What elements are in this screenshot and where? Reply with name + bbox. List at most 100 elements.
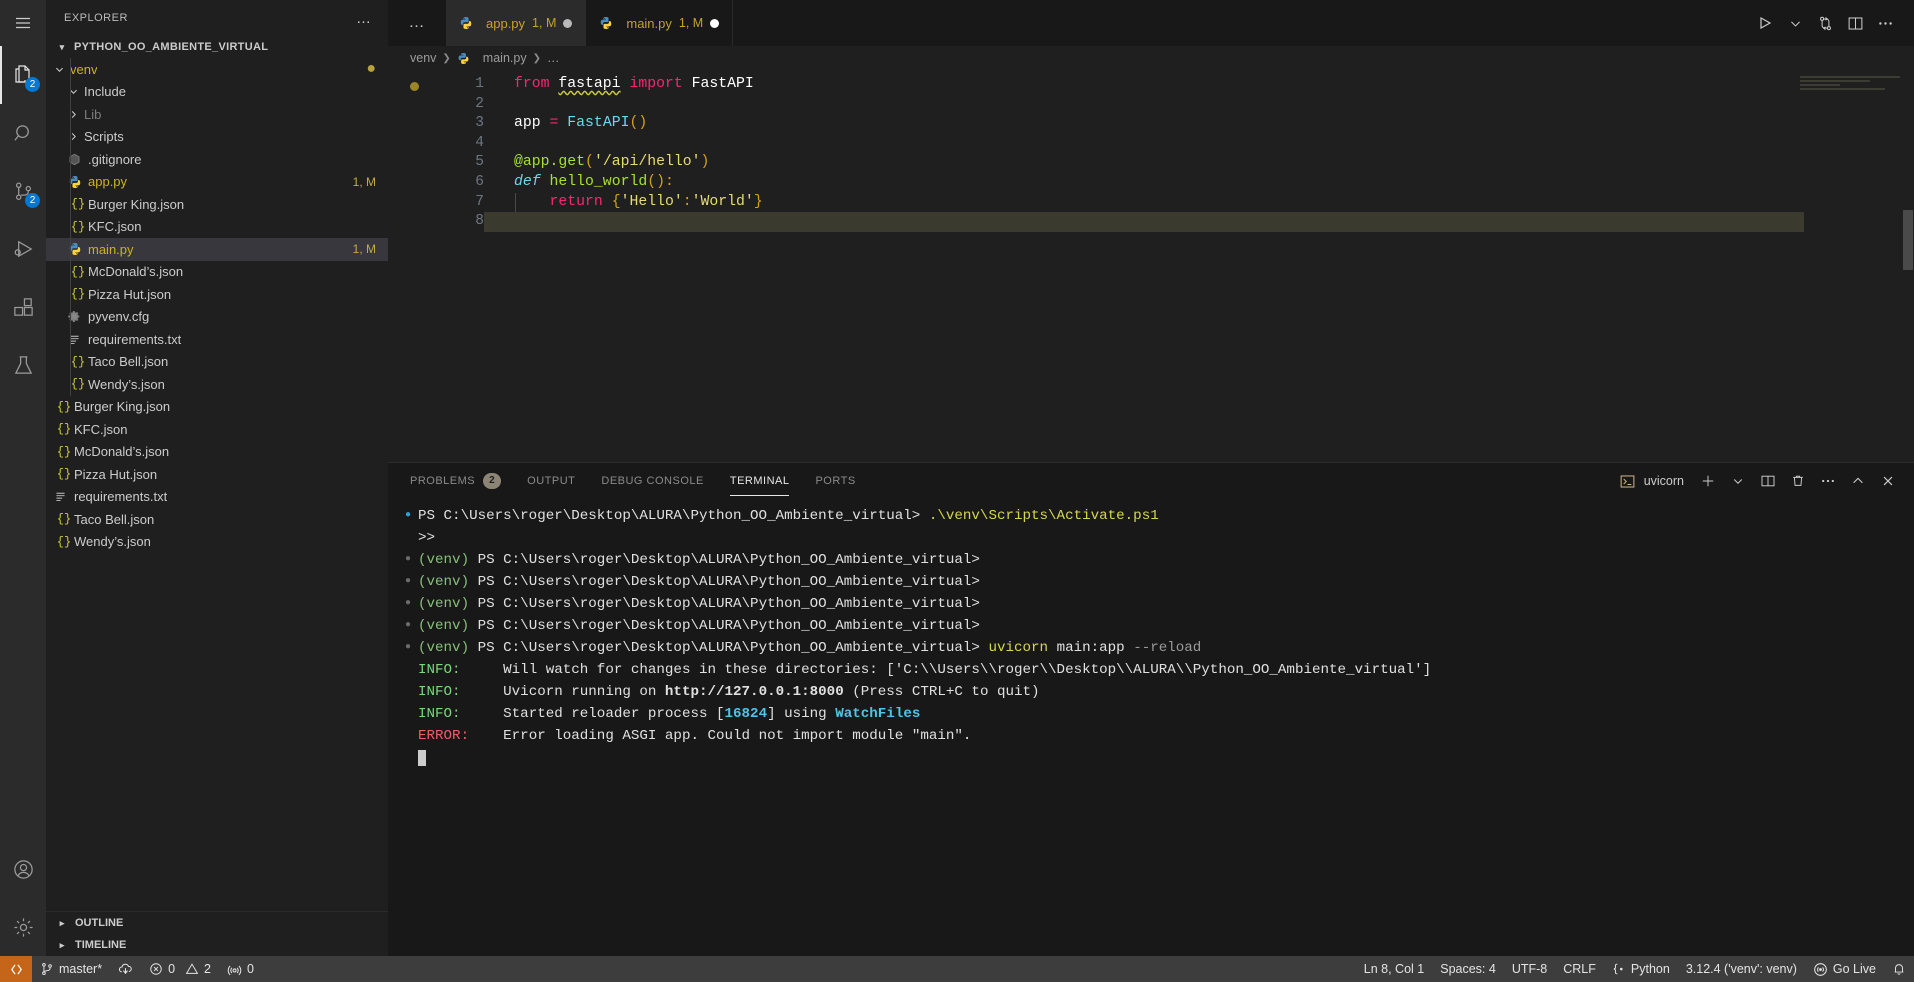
- status-sync[interactable]: [110, 956, 141, 982]
- code-editor[interactable]: 1 2 3 4 5 6 7 8 from fastapi import FastAPI app…: [388, 70, 1914, 462]
- status-encoding[interactable]: UTF-8: [1504, 956, 1555, 982]
- sidebar-item-explorer[interactable]: 2: [0, 46, 46, 104]
- dirty-indicator-icon[interactable]: [563, 18, 573, 28]
- panel-tab-debug-console[interactable]: DEBUG CONSOLE: [601, 463, 703, 499]
- editor-tab-app-py[interactable]: app.py 1, M: [446, 0, 587, 46]
- terminal-shell-icon[interactable]: [1614, 467, 1642, 495]
- tree-item-burger-king-json[interactable]: {} Burger King.json: [46, 193, 388, 216]
- code-line[interactable]: [484, 212, 1804, 232]
- tabs-host: app.py 1, M main.py 1, M: [446, 0, 734, 46]
- sidebar-item-source-control[interactable]: 2: [0, 162, 46, 220]
- tree-item-pizza-hut-json[interactable]: {} Pizza Hut.json: [46, 463, 388, 486]
- status-go-live[interactable]: Go Live: [1805, 956, 1884, 982]
- breadcrumb-part-file[interactable]: main.py: [483, 51, 527, 65]
- status-language-mode[interactable]: Python: [1604, 956, 1678, 982]
- editor-scrollbar-thumb[interactable]: [1903, 210, 1913, 270]
- tree-item-venv[interactable]: venv ●: [46, 58, 388, 81]
- tree-item-requirements-txt[interactable]: requirements.txt: [46, 328, 388, 351]
- editor-scrollbar[interactable]: [1900, 70, 1914, 462]
- tree-item-mcdonald-s-json[interactable]: {} McDonald’s.json: [46, 441, 388, 464]
- more-actions-icon[interactable]: [1870, 8, 1900, 38]
- code-line[interactable]: return {'Hello':'World'}: [514, 192, 1914, 213]
- status-indentation[interactable]: Spaces: 4: [1432, 956, 1504, 982]
- status-errors[interactable]: 0 2: [141, 956, 219, 982]
- run-icon[interactable]: [1750, 8, 1780, 38]
- panel-tab-problems[interactable]: PROBLEMS 2: [410, 463, 502, 499]
- code-line[interactable]: app = FastAPI(): [514, 114, 1914, 134]
- split-editor-source-control-icon[interactable]: [1810, 8, 1840, 38]
- sidebar-item-testing[interactable]: [0, 336, 46, 394]
- tree-item-lib[interactable]: Lib: [46, 103, 388, 126]
- tree-item-wendy-s-json[interactable]: {} Wendy’s.json: [46, 531, 388, 554]
- tree-item-main-py[interactable]: main.py 1, M: [46, 238, 388, 261]
- sidebar-item-run-debug[interactable]: [0, 220, 46, 278]
- panel-tab-ports[interactable]: PORTS: [815, 463, 855, 499]
- more-actions-icon[interactable]: [1814, 467, 1842, 495]
- terminal-output[interactable]: ● PS C:\Users\roger\Desktop\ALURA\Python_…: [388, 499, 1914, 956]
- remote-window-icon[interactable]: [0, 956, 32, 982]
- terminal-command-marker: ●: [404, 598, 411, 609]
- tree-item-include[interactable]: Include: [46, 81, 388, 104]
- explorer-root-row[interactable]: ▾ PYTHON_OO_AMBIENTE_VIRTUAL: [46, 36, 388, 58]
- sidebar-item-extensions[interactable]: [0, 278, 46, 336]
- tree-item-wendy-s-json[interactable]: {} Wendy’s.json: [46, 373, 388, 396]
- tabs-overflow-icon[interactable]: …: [388, 0, 446, 46]
- status-notifications[interactable]: [1884, 956, 1914, 982]
- minimap[interactable]: [1800, 76, 1900, 116]
- sidebar-item-search[interactable]: [0, 104, 46, 162]
- tree-item-taco-bell-json[interactable]: {} Taco Bell.json: [46, 508, 388, 531]
- tree-item-pyvenv-cfg[interactable]: pyvenv.cfg: [46, 306, 388, 329]
- sidebar-header: EXPLORER …: [46, 0, 388, 36]
- new-terminal-icon[interactable]: [1694, 467, 1722, 495]
- code-lines[interactable]: from fastapi import FastAPI app = FastAP…: [484, 70, 1914, 462]
- file-tree[interactable]: venv ● Include Lib Scripts .gitignore app.py 1,…: [46, 58, 388, 911]
- glyph-margin[interactable]: [388, 70, 444, 462]
- close-panel-icon[interactable]: [1874, 467, 1902, 495]
- split-terminal-icon[interactable]: [1754, 467, 1782, 495]
- code-line[interactable]: from fastapi import FastAPI: [514, 75, 1914, 95]
- tree-item-taco-bell-json[interactable]: {} Taco Bell.json: [46, 351, 388, 374]
- dirty-indicator-icon[interactable]: [710, 18, 720, 28]
- tree-item-app-py[interactable]: app.py 1, M: [46, 171, 388, 194]
- timeline-section[interactable]: ▸ TIMELINE: [46, 934, 388, 956]
- tree-item-label: .gitignore: [88, 151, 142, 167]
- tree-item-requirements-txt[interactable]: requirements.txt: [46, 486, 388, 509]
- tree-item-burger-king-json[interactable]: {} Burger King.json: [46, 396, 388, 419]
- editor-tab-main-py[interactable]: main.py 1, M: [586, 0, 734, 46]
- sidebar-more-icon[interactable]: …: [348, 10, 380, 27]
- outline-section[interactable]: ▸ OUTLINE: [46, 912, 388, 934]
- account-icon[interactable]: [0, 840, 46, 898]
- breakpoint-marker[interactable]: [410, 82, 419, 91]
- breadcrumb[interactable]: venv ❯ main.py ❯ …: [388, 46, 1914, 70]
- code-line[interactable]: @app.get('/api/hello'): [514, 153, 1914, 173]
- status-eol[interactable]: CRLF: [1555, 956, 1604, 982]
- code-line[interactable]: [514, 134, 1914, 154]
- editor-tab-label: main.py: [626, 15, 672, 31]
- breadcrumb-part-venv[interactable]: venv: [410, 51, 436, 65]
- panel-tab-terminal[interactable]: TERMINAL: [729, 463, 790, 499]
- tree-item-kfc-json[interactable]: {} KFC.json: [46, 216, 388, 239]
- status-branch[interactable]: master*: [32, 956, 110, 982]
- tree-item-mcdonald-s-json[interactable]: {} McDonald’s.json: [46, 261, 388, 284]
- code-line[interactable]: def hello_world():: [514, 173, 1914, 193]
- chevron-down-icon[interactable]: [1780, 8, 1810, 38]
- chevron-down-icon[interactable]: [1724, 467, 1752, 495]
- editor-area: … app.py 1, Mmain.py 1, M venv ❯ main.py…: [388, 0, 1914, 956]
- breadcrumb-part-more[interactable]: …: [547, 51, 560, 65]
- status-python-interpreter[interactable]: 3.12.4 ('venv': venv): [1678, 956, 1805, 982]
- tree-item-kfc-json[interactable]: {} KFC.json: [46, 418, 388, 441]
- tree-item-scripts[interactable]: Scripts: [46, 126, 388, 149]
- panel-tab-output[interactable]: OUTPUT: [527, 463, 575, 499]
- status-cursor-position[interactable]: Ln 8, Col 1: [1356, 956, 1432, 982]
- tree-item-gitignore[interactable]: .gitignore: [46, 148, 388, 171]
- kill-terminal-icon[interactable]: [1784, 467, 1812, 495]
- chevron-up-icon[interactable]: [1844, 467, 1872, 495]
- code-line[interactable]: [514, 95, 1914, 115]
- hamburger-icon[interactable]: [0, 0, 46, 46]
- terminal-cursor: [388, 747, 1914, 769]
- tree-item-pizza-hut-json[interactable]: {} Pizza Hut.json: [46, 283, 388, 306]
- explorer-badge: 2: [25, 77, 40, 92]
- split-editor-icon[interactable]: [1840, 8, 1870, 38]
- status-ports[interactable]: 0: [219, 956, 262, 982]
- gear-icon[interactable]: [0, 898, 46, 956]
